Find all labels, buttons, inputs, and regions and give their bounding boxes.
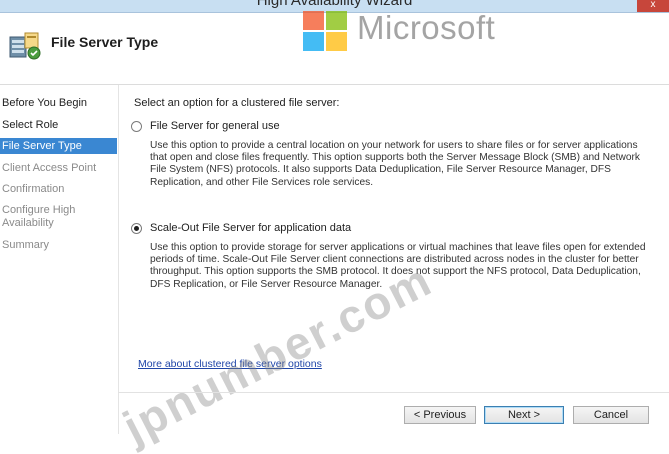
more-info-link[interactable]: More about clustered file server options	[138, 358, 322, 370]
nav-step-select-role[interactable]: Select Role	[0, 119, 117, 132]
nav-step-configure-high-availability: Configure High Availability	[2, 204, 76, 229]
option-general-use-description: Use this option to provide a central loc…	[150, 140, 641, 188]
footer-divider	[118, 392, 669, 393]
radio-scale-out[interactable]	[131, 222, 142, 234]
option-scale-out[interactable]: Scale-Out File Server for application da…	[131, 222, 351, 234]
wizard-content: Select an option for a clustered file se…	[115, 85, 669, 453]
nav-step-before-you-begin[interactable]: Before You Begin	[0, 97, 117, 110]
nav-step-file-server-type[interactable]: File Server Type	[0, 138, 117, 154]
option-scale-out-label[interactable]: Scale-Out File Server for application da…	[150, 222, 351, 234]
logo-square-green	[326, 11, 347, 30]
window-close-button[interactable]: x	[637, 0, 669, 12]
microsoft-logo-grid	[303, 11, 349, 53]
logo-square-blue	[303, 32, 324, 51]
radio-general-use[interactable]	[131, 120, 142, 132]
file-server-wizard-icon	[9, 32, 41, 60]
logo-square-yellow	[326, 32, 347, 51]
option-prompt: Select an option for a clustered file se…	[134, 97, 340, 109]
microsoft-logo-text: Microsoft	[357, 9, 496, 46]
nav-step-confirmation: Confirmation	[2, 183, 65, 195]
logo-square-red	[303, 11, 324, 30]
wizard-step-nav: Before You Begin Select Role File Server…	[0, 85, 117, 434]
option-scale-out-description: Use this option to provide storage for s…	[150, 242, 646, 290]
option-general-use[interactable]: File Server for general use	[131, 120, 280, 132]
nav-step-summary: Summary	[2, 239, 50, 251]
nav-step-client-access-point: Client Access Point	[2, 162, 97, 174]
next-button[interactable]: Next >	[484, 406, 564, 424]
option-general-use-label[interactable]: File Server for general use	[150, 120, 280, 132]
previous-button[interactable]: < Previous	[404, 406, 476, 424]
close-icon: x	[650, 0, 656, 10]
page-title: File Server Type	[51, 34, 159, 50]
window-title: High Availability Wizard	[256, 0, 413, 9]
cancel-button[interactable]: Cancel	[573, 406, 649, 424]
